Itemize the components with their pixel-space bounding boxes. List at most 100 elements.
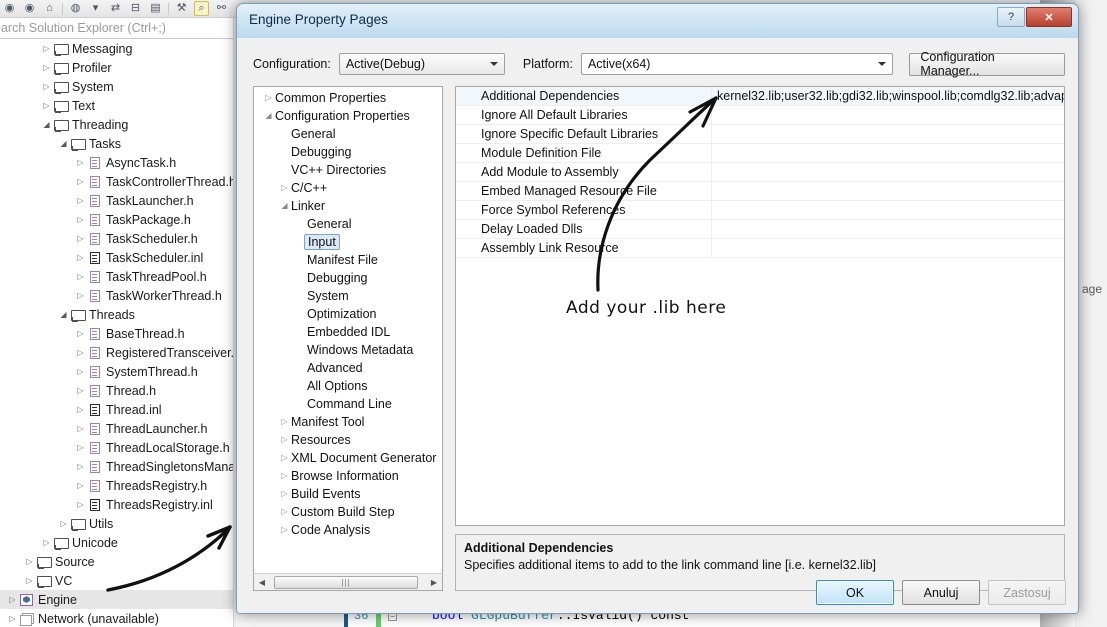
back-icon[interactable]: ◉: [2, 1, 17, 16]
property-value[interactable]: [712, 220, 1064, 238]
help-button[interactable]: ?: [997, 7, 1025, 27]
solution-tree-item[interactable]: ▷ TaskLauncher.h: [0, 191, 236, 210]
property-grid-row[interactable]: Ignore All Default Libraries: [456, 106, 1064, 125]
property-tree-item[interactable]: ▷ Build Events: [254, 485, 442, 503]
solution-tree-item[interactable]: ▷ ThreadLocalStorage.h: [0, 438, 236, 457]
solution-tree-item[interactable]: ▷ ThreadLauncher.h: [0, 419, 236, 438]
solution-tree-item[interactable]: ◢ Threads: [0, 305, 236, 324]
property-value[interactable]: [712, 125, 1064, 143]
chevron-right-icon[interactable]: ▷: [24, 576, 35, 585]
ok-button[interactable]: OK: [816, 580, 894, 605]
solution-tree-item[interactable]: ▷ Profiler: [0, 58, 236, 77]
solution-tree-item[interactable]: ▷ TaskControllerThread.h: [0, 172, 236, 191]
solution-tree-item[interactable]: ▷ Unicode: [0, 533, 236, 552]
property-tree-item[interactable]: ▷ Resources: [254, 431, 442, 449]
property-tree-item[interactable]: Debugging: [254, 269, 442, 287]
solution-tree-item[interactable]: ▷ Thread.h: [0, 381, 236, 400]
chevron-right-icon[interactable]: ▷: [75, 500, 86, 509]
dialog-titlebar[interactable]: Engine Property Pages ? ✕: [237, 4, 1078, 38]
property-tree-item[interactable]: ▷ Common Properties: [254, 89, 442, 107]
chevron-right-icon[interactable]: ▷: [75, 291, 86, 300]
platform-dropdown[interactable]: Active(x64): [580, 53, 894, 75]
solution-tree-item[interactable]: ▷ ThreadsRegistry.inl: [0, 495, 236, 514]
chevron-right-icon[interactable]: ▷: [75, 481, 86, 490]
solution-tree-item[interactable]: ▷ Source: [0, 552, 236, 571]
scroll-left-arrow-icon[interactable]: ◀: [254, 575, 270, 590]
home-icon[interactable]: ⌂: [42, 1, 57, 16]
hierarchy-icon[interactable]: ⚯: [214, 1, 229, 16]
history-icon[interactable]: ◍: [68, 1, 83, 16]
solution-tree-item[interactable]: ▷ SystemThread.h: [0, 362, 236, 381]
chevron-down-icon[interactable]: ◢: [58, 139, 69, 148]
solution-tree-item[interactable]: ▷ System: [0, 77, 236, 96]
property-value[interactable]: [712, 182, 1064, 200]
property-tree-item-selected[interactable]: Input: [254, 233, 442, 251]
chevron-right-icon[interactable]: ▷: [278, 454, 291, 462]
chevron-right-icon[interactable]: ▷: [278, 418, 291, 426]
sync-icon[interactable]: ⇄: [108, 1, 123, 16]
solution-tree-item[interactable]: ▷ BaseThread.h: [0, 324, 236, 343]
solution-tree-item[interactable]: ▷ RegisteredTransceiver.h: [0, 343, 236, 362]
solution-tree-item[interactable]: ▷ TaskPackage.h: [0, 210, 236, 229]
chevron-down-icon[interactable]: ◢: [41, 120, 52, 129]
property-tree-item[interactable]: Manifest File: [254, 251, 442, 269]
chevron-right-icon[interactable]: ▷: [75, 196, 86, 205]
solution-tree-item[interactable]: ▷ ThreadsRegistry.h: [0, 476, 236, 495]
property-tree-item[interactable]: ◢ Linker: [254, 197, 442, 215]
property-tree-item[interactable]: ▷ Browse Information: [254, 467, 442, 485]
chevron-right-icon[interactable]: ▷: [75, 386, 86, 395]
chevron-down-icon[interactable]: ▾: [88, 1, 103, 16]
chevron-right-icon[interactable]: ▷: [41, 63, 52, 72]
chevron-right-icon[interactable]: ▷: [278, 472, 291, 480]
chevron-right-icon[interactable]: ▷: [75, 272, 86, 281]
chevron-right-icon[interactable]: ▷: [75, 405, 86, 414]
configuration-manager-button[interactable]: Configuration Manager...: [909, 50, 1065, 78]
solution-tree-item[interactable]: ▷ Thread.inl: [0, 400, 236, 419]
chevron-right-icon[interactable]: ▷: [75, 234, 86, 243]
property-tree-item[interactable]: General: [254, 215, 442, 233]
chevron-right-icon[interactable]: ▷: [41, 101, 52, 110]
chevron-down-icon[interactable]: ◢: [58, 310, 69, 319]
chevron-right-icon[interactable]: ▷: [41, 538, 52, 547]
property-grid-row[interactable]: Assembly Link Resource: [456, 239, 1064, 258]
property-tree-item[interactable]: Embedded IDL: [254, 323, 442, 341]
property-tree-item[interactable]: ◢ Configuration Properties: [254, 107, 442, 125]
chevron-right-icon[interactable]: ▷: [41, 44, 52, 53]
chevron-right-icon[interactable]: ▷: [7, 614, 18, 623]
solution-tree-item[interactable]: ▷ Utils: [0, 514, 236, 533]
solution-explorer-tree[interactable]: ▷ Messaging ▷ Profiler ▷ System ▷ Text ◢ Threadin…: [0, 39, 236, 627]
solution-tree-item[interactable]: ▷ Text: [0, 96, 236, 115]
property-tree[interactable]: ▷ Common Properties ◢ Configuration Propert…: [254, 89, 442, 567]
collapse-icon[interactable]: ⊟: [128, 1, 143, 16]
chevron-right-icon[interactable]: ▷: [262, 94, 275, 102]
chevron-right-icon[interactable]: ▷: [278, 508, 291, 516]
chevron-right-icon[interactable]: ▷: [41, 82, 52, 91]
property-tree-item[interactable]: System: [254, 287, 442, 305]
cancel-button[interactable]: Anuluj: [902, 580, 980, 605]
chevron-right-icon[interactable]: ▷: [75, 424, 86, 433]
configuration-dropdown[interactable]: Active(Debug): [338, 53, 505, 75]
chevron-right-icon[interactable]: ▷: [75, 215, 86, 224]
solution-tree-item[interactable]: ▷ TaskScheduler.inl: [0, 248, 236, 267]
solution-tree-item[interactable]: ▷ TaskWorkerThread.h: [0, 286, 236, 305]
property-tree-item[interactable]: VC++ Directories: [254, 161, 442, 179]
solution-tree-item[interactable]: ▷ ThreadSingletonsManager.h: [0, 457, 236, 476]
property-tree-item[interactable]: Optimization: [254, 305, 442, 323]
property-tree-item[interactable]: ▷ Manifest Tool: [254, 413, 442, 431]
property-value[interactable]: [712, 163, 1064, 181]
chevron-right-icon[interactable]: ▷: [75, 443, 86, 452]
property-value[interactable]: kernel32.lib;user32.lib;gdi32.lib;winspo…: [712, 87, 1064, 105]
chevron-right-icon[interactable]: ▷: [278, 490, 291, 498]
solution-tree-item[interactable]: ◢ Threading: [0, 115, 236, 134]
solution-tree-item[interactable]: ▷ TaskThreadPool.h: [0, 267, 236, 286]
property-grid-row[interactable]: Ignore Specific Default Libraries: [456, 125, 1064, 144]
property-grid-row[interactable]: Delay Loaded Dlls: [456, 220, 1064, 239]
solution-tree-item[interactable]: ▷ VC: [0, 571, 236, 590]
property-value[interactable]: [712, 239, 1064, 257]
chevron-right-icon[interactable]: ▷: [24, 557, 35, 566]
property-value[interactable]: [712, 144, 1064, 162]
property-grid-row[interactable]: Additional Dependencies kernel32.lib;user…: [456, 87, 1064, 106]
property-tree-item[interactable]: Windows Metadata: [254, 341, 442, 359]
solution-tree-item[interactable]: ▷ Network (unavailable): [0, 609, 236, 627]
property-grid-row[interactable]: Add Module to Assembly: [456, 163, 1064, 182]
